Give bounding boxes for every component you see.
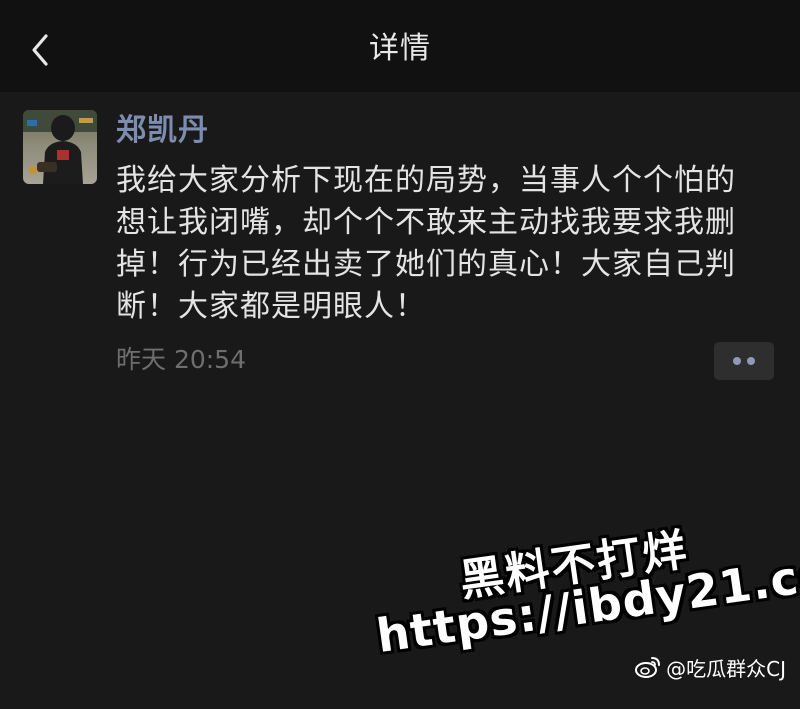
credit: @吃瓜群众CJ — [634, 652, 786, 682]
avatar-photo — [23, 110, 97, 184]
nav-bar: 详情 — [0, 0, 800, 92]
weibo-icon — [635, 657, 661, 678]
credit-text: @吃瓜群众CJ — [666, 656, 786, 681]
avatar[interactable] — [23, 110, 97, 184]
more-button[interactable] — [714, 342, 774, 380]
author-name[interactable]: 郑凯丹 — [116, 110, 209, 152]
page-title: 详情 — [369, 31, 431, 66]
post-time: 昨天 20:54 — [116, 345, 246, 374]
post-text: 我给大家分析下现在的局势，当事人个个怕的 想让我闭嘴，却个个不敢来主动找我要求我… — [116, 163, 736, 324]
